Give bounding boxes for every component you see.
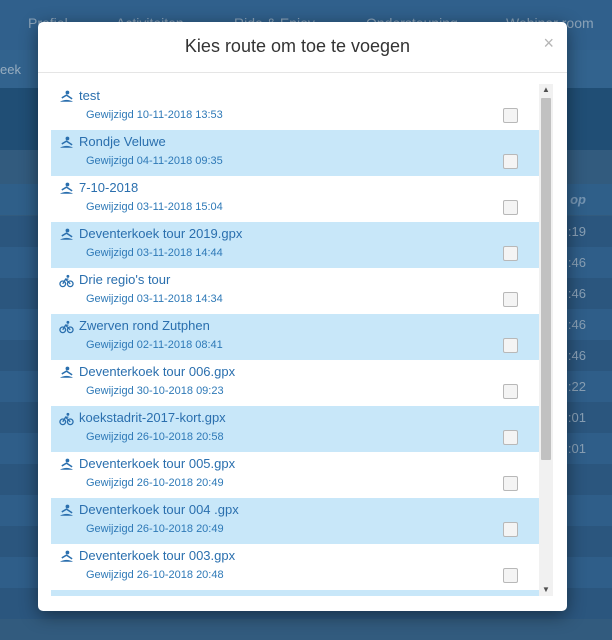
route-list-item[interactable]: Deventerkoek tour 006.gpx Gewijzigd 30-10…	[51, 360, 539, 406]
route-list-item[interactable]: Drie regio's tour Gewijzigd 03-11-2018 14…	[51, 268, 539, 314]
modal-header: Kies route om toe te voegen ×	[38, 22, 567, 73]
route-list-item[interactable]: 7-10-2018 Gewijzigd 03-11-2018 15:04	[51, 176, 539, 222]
route-select-checkbox[interactable]	[503, 154, 518, 169]
hiker-icon	[59, 458, 74, 472]
route-name: test	[79, 88, 100, 103]
bicycle-icon	[59, 412, 74, 426]
scrollbar-thumb[interactable]	[541, 98, 551, 460]
route-modified-date: Gewijzigd 26-10-2018 20:49	[86, 477, 224, 489]
route-select-checkbox[interactable]	[503, 476, 518, 491]
route-modified-date: Gewijzigd 26-10-2018 20:58	[86, 431, 224, 443]
route-select-checkbox[interactable]	[503, 384, 518, 399]
route-list: test Gewijzigd 10-11-2018 13:53 Rondje Vel…	[51, 84, 539, 596]
route-name: Deventerkoek tour 005.gpx	[79, 456, 236, 471]
hiker-icon	[59, 90, 74, 104]
route-modified-date: Gewijzigd 26-10-2018 20:49	[86, 523, 224, 535]
hiker-icon	[59, 550, 74, 564]
bicycle-icon	[59, 274, 74, 288]
scroll-up-arrow-icon[interactable]: ▲	[539, 84, 553, 96]
route-list-item[interactable]: Deventerkoek tour 005.gpx Gewijzigd 26-10…	[51, 452, 539, 498]
route-name: Zwerven rond Zutphen	[79, 318, 210, 333]
close-icon[interactable]: ×	[543, 33, 554, 54]
route-select-checkbox[interactable]	[503, 338, 518, 353]
hiker-icon	[59, 182, 74, 196]
route-list-item[interactable]: Deventerkoek tour 002	[51, 590, 539, 596]
route-modified-date: Gewijzigd 03-11-2018 14:44	[86, 247, 223, 259]
scrollbar[interactable]: ▲ ▼	[539, 84, 553, 596]
route-select-checkbox[interactable]	[503, 522, 518, 537]
route-select-checkbox[interactable]	[503, 292, 518, 307]
modal-title: Kies route om toe te voegen	[184, 36, 411, 56]
route-name: koekstadrit-2017-kort.gpx	[79, 410, 226, 425]
route-list-item[interactable]: Deventerkoek tour 2019.gpx Gewijzigd 03-1…	[51, 222, 539, 268]
hiker-icon	[59, 136, 74, 150]
route-list-item[interactable]: Rondje Veluwe Gewijzigd 04-11-2018 09:35	[51, 130, 539, 176]
hiker-icon	[59, 366, 74, 380]
route-name: 7-10-2018	[79, 180, 139, 195]
route-modified-date: Gewijzigd 03-11-2018 15:04	[86, 201, 223, 213]
route-name: Deventerkoek tour 003.gpx	[79, 548, 236, 563]
route-select-checkbox[interactable]	[503, 108, 518, 123]
route-name: Deventerkoek tour 004 .gpx	[79, 502, 239, 517]
route-list-item[interactable]: Deventerkoek tour 004 .gpx Gewijzigd 26-1…	[51, 498, 539, 544]
route-name: Rondje Veluwe	[79, 134, 166, 149]
route-name: Drie regio's tour	[79, 272, 171, 287]
route-select-checkbox[interactable]	[503, 568, 518, 583]
route-modified-date: Gewijzigd 30-10-2018 09:23	[86, 385, 224, 397]
scroll-down-arrow-icon[interactable]: ▼	[539, 584, 553, 596]
hiker-icon	[59, 504, 74, 518]
route-name: Deventerkoek tour 006.gpx	[79, 364, 236, 379]
route-modified-date: Gewijzigd 03-11-2018 14:34	[86, 293, 223, 305]
route-name: Deventerkoek tour 2019.gpx	[79, 226, 243, 241]
route-select-checkbox[interactable]	[503, 246, 518, 261]
hiker-icon	[59, 228, 74, 242]
route-select-checkbox[interactable]	[503, 200, 518, 215]
route-modified-date: Gewijzigd 10-11-2018 13:53	[86, 109, 223, 121]
bicycle-icon	[59, 320, 74, 334]
route-modified-date: Gewijzigd 26-10-2018 20:48	[86, 569, 224, 581]
route-list-item[interactable]: test Gewijzigd 10-11-2018 13:53	[51, 84, 539, 130]
route-picker-modal: Kies route om toe te voegen × test Gewijz…	[38, 22, 567, 611]
route-modified-date: Gewijzigd 02-11-2018 08:41	[86, 339, 223, 351]
route-list-item[interactable]: Deventerkoek tour 003.gpx Gewijzigd 26-10…	[51, 544, 539, 590]
route-name: Deventerkoek tour 002	[79, 594, 211, 596]
route-modified-date: Gewijzigd 04-11-2018 09:35	[86, 155, 223, 167]
route-list-item[interactable]: koekstadrit-2017-kort.gpx Gewijzigd 26-10…	[51, 406, 539, 452]
route-list-item[interactable]: Zwerven rond Zutphen Gewijzigd 02-11-2018…	[51, 314, 539, 360]
route-select-checkbox[interactable]	[503, 430, 518, 445]
